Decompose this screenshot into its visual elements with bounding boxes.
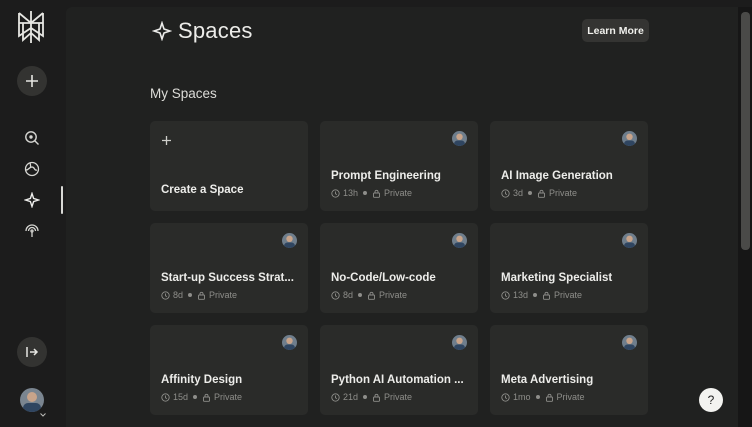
space-name: AI Image Generation — [501, 170, 613, 182]
owner-avatar — [622, 131, 637, 146]
expand-sidebar-button[interactable] — [17, 337, 47, 367]
help-button[interactable]: ? — [699, 388, 723, 412]
new-thread-button[interactable] — [17, 66, 47, 96]
space-visibility: Private — [549, 188, 578, 198]
clock-icon — [331, 392, 340, 402]
space-visibility: Private — [384, 188, 413, 198]
clock-icon — [501, 188, 510, 198]
scrollbar-thumb[interactable] — [741, 12, 750, 250]
separator-dot — [188, 293, 193, 297]
broadcast-icon[interactable] — [22, 221, 42, 241]
lock-icon — [372, 393, 381, 402]
space-visibility: Private — [556, 392, 585, 402]
separator-dot — [193, 395, 198, 399]
clock-icon — [501, 392, 510, 402]
space-card[interactable]: No-Code/Low-code 8d Private — [320, 223, 478, 313]
space-age: 13d — [513, 290, 529, 300]
space-visibility: Private — [379, 290, 408, 300]
space-visibility: Private — [384, 392, 413, 402]
space-age: 15d — [173, 392, 189, 402]
owner-avatar — [282, 233, 297, 248]
lock-icon — [537, 189, 546, 198]
clock-icon — [331, 290, 340, 300]
owner-avatar — [452, 131, 467, 146]
page-header: Spaces — [152, 18, 253, 44]
space-visibility: Private — [554, 290, 583, 300]
lock-icon — [367, 291, 376, 300]
space-name: Prompt Engineering — [331, 170, 441, 182]
space-age: 8d — [343, 290, 354, 300]
space-meta: 21d Private — [331, 392, 412, 402]
learn-more-button[interactable]: Learn More — [582, 19, 649, 42]
perplexity-logo-icon[interactable] — [15, 10, 47, 44]
space-meta: 13h Private — [331, 188, 412, 198]
space-name: No-Code/Low-code — [331, 272, 436, 284]
lock-icon — [545, 393, 554, 402]
clock-icon — [501, 290, 510, 300]
lock-icon — [197, 291, 206, 300]
chevron-down-icon[interactable] — [40, 404, 46, 422]
space-name: Start-up Success Strat... — [161, 272, 294, 284]
space-card[interactable]: Marketing Specialist 13d Private — [490, 223, 648, 313]
owner-avatar — [622, 335, 637, 350]
space-visibility: Private — [209, 290, 238, 300]
space-meta: 8d Private — [161, 290, 237, 300]
space-card[interactable]: AI Image Generation 3d Private — [490, 121, 648, 211]
search-icon[interactable] — [22, 128, 42, 148]
owner-avatar — [452, 233, 467, 248]
plus-icon — [161, 133, 172, 151]
space-card[interactable]: Python AI Automation ... 21d Private — [320, 325, 478, 415]
page-title: Spaces — [178, 18, 253, 43]
space-card[interactable]: Affinity Design 15d Private — [150, 325, 308, 415]
space-age: 13h — [343, 188, 359, 198]
space-name: Affinity Design — [161, 374, 243, 386]
lock-icon — [372, 189, 381, 198]
space-age: 21d — [343, 392, 359, 402]
lock-icon — [542, 291, 551, 300]
expand-sidebar-icon — [26, 347, 39, 357]
space-card[interactable]: Meta Advertising 1mo Private — [490, 325, 648, 415]
create-space-label: Create a Space — [161, 184, 244, 196]
space-age: 3d — [513, 188, 524, 198]
separator-dot — [363, 191, 368, 195]
owner-avatar — [622, 233, 637, 248]
space-age: 1mo — [513, 392, 531, 402]
plus-icon — [26, 75, 38, 87]
space-name: Python AI Automation ... — [331, 374, 464, 386]
clock-icon — [161, 392, 170, 402]
space-name: Meta Advertising — [501, 374, 594, 386]
space-meta: 8d Private — [331, 290, 407, 300]
active-nav-indicator — [61, 186, 63, 214]
sparkle-icon — [152, 21, 172, 41]
clock-icon — [331, 188, 340, 198]
space-age: 8d — [173, 290, 184, 300]
globe-icon[interactable] — [22, 159, 42, 179]
space-meta: 13d Private — [501, 290, 582, 300]
space-visibility: Private — [214, 392, 243, 402]
space-meta: 15d Private — [161, 392, 242, 402]
create-space-card[interactable]: Create a Space — [150, 121, 308, 211]
sidebar — [0, 0, 64, 427]
separator-dot — [363, 395, 368, 399]
sparkle-icon[interactable] — [22, 190, 42, 210]
separator-dot — [528, 191, 533, 195]
clock-icon — [161, 290, 170, 300]
section-title: My Spaces — [150, 86, 217, 101]
space-meta: 1mo Private — [501, 392, 585, 402]
space-meta: 3d Private — [501, 188, 577, 198]
separator-dot — [533, 293, 538, 297]
owner-avatar — [282, 335, 297, 350]
space-name: Marketing Specialist — [501, 272, 613, 284]
separator-dot — [358, 293, 363, 297]
separator-dot — [535, 395, 540, 399]
owner-avatar — [452, 335, 467, 350]
space-card[interactable]: Prompt Engineering 13h Private — [320, 121, 478, 211]
lock-icon — [202, 393, 211, 402]
space-card[interactable]: Start-up Success Strat... 8d Private — [150, 223, 308, 313]
